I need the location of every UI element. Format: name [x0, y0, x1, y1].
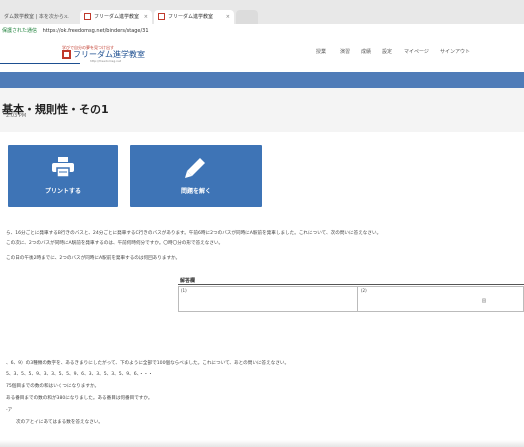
- new-tab-button[interactable]: [236, 10, 258, 24]
- nav-mypage[interactable]: マイページ: [404, 48, 429, 55]
- tab-label: フリーダム進学教室: [94, 14, 140, 20]
- problem2-question2: ある番目までの数の和が380になりました。ある番目は何番目ですか。: [6, 396, 153, 401]
- close-icon[interactable]: ×: [226, 10, 230, 24]
- problem2-question1: 75個目までの数の和はいくつになりますか。: [6, 384, 100, 389]
- problem1-question1: この次に、2つのバスが同時にA駅前を発車するのは、午前何時何分ですか。〇時〇分の…: [6, 241, 224, 246]
- header-band: [0, 72, 524, 88]
- url-text[interactable]: https://ok.freedomsg.net/binders/stage/3…: [43, 28, 149, 34]
- nav-practice[interactable]: 演習: [340, 48, 350, 55]
- problem2-question3: 次のアとイにあてはまる数を答えなさい。: [16, 420, 104, 425]
- problem1-text: ら、16分ごとに発車するB行きのバスと、24分ごとに発車するC行きのバスがありま…: [6, 231, 382, 236]
- solve-button[interactable]: 問題を解く: [130, 145, 262, 207]
- answer-divider: [178, 284, 524, 285]
- answer-box: [178, 286, 524, 312]
- site-logo[interactable]: 学びで自分の夢を見つけ出す フリーダム進学教室 http://freedomsg…: [62, 45, 145, 63]
- answer-label-2: (2): [361, 288, 367, 293]
- answer-section-title: 解答欄: [180, 278, 196, 284]
- answer-label-1: (1): [181, 288, 187, 293]
- solve-button-label: 問題を解く: [180, 188, 211, 195]
- logo-mark-icon: [62, 50, 71, 59]
- favicon-icon: [84, 13, 91, 20]
- browser-tab-bar: ダム数学教室 | 本を次から… × フリーダム進学教室 × フリーダム進学教室 …: [0, 0, 524, 24]
- nav-settings[interactable]: 設定: [382, 48, 392, 55]
- problem2-sequence: 5、3、5、5、9、3、3、5、5、9、6、3、3、5、3、5、9、6、・・・: [6, 372, 153, 377]
- bottom-shadow: [0, 440, 524, 447]
- browser-tab-2[interactable]: フリーダム進学教室 ×: [80, 10, 152, 24]
- address-bar[interactable]: 保護された通信 https://ok.freedomsg.net/binders…: [0, 24, 524, 39]
- favicon-icon: [158, 13, 165, 20]
- problem2-label: -ア: [6, 408, 13, 413]
- problem2-text: 、6、9）の3種類の数字を、あるきまりにしたがって、下のように全部で100個なら…: [6, 361, 290, 366]
- page-timestamp: 2:03 PM: [6, 113, 27, 119]
- logo-underline: [0, 63, 80, 64]
- tab-label: ダム数学教室 | 本を次から…: [4, 14, 69, 20]
- printer-icon: [52, 157, 74, 177]
- close-icon[interactable]: ×: [64, 10, 68, 24]
- browser-tab-1[interactable]: ダム数学教室 | 本を次から… ×: [0, 10, 72, 24]
- nav-lessons[interactable]: 授業: [316, 48, 326, 55]
- nav-signout[interactable]: サインアウト: [440, 48, 470, 55]
- tab-label: フリーダム進学教室: [168, 14, 214, 20]
- print-button-label: プリントする: [44, 188, 81, 195]
- browser-tab-3[interactable]: フリーダム進学教室 ×: [154, 10, 234, 24]
- close-icon[interactable]: ×: [144, 10, 148, 24]
- problem1-question2: この日の午後2時までに、2つのバスが同時にA駅前を発車するのは何回ありますか。: [6, 256, 181, 261]
- security-label: 保護された通信: [2, 28, 38, 34]
- pencil-icon: [185, 158, 205, 178]
- nav-grades[interactable]: 成績: [361, 48, 371, 55]
- print-button[interactable]: プリントする: [8, 145, 118, 207]
- logo-url: http://freedomsg.net: [90, 59, 122, 63]
- answer-unit: 回: [482, 298, 486, 303]
- answer-column-divider: [357, 286, 358, 312]
